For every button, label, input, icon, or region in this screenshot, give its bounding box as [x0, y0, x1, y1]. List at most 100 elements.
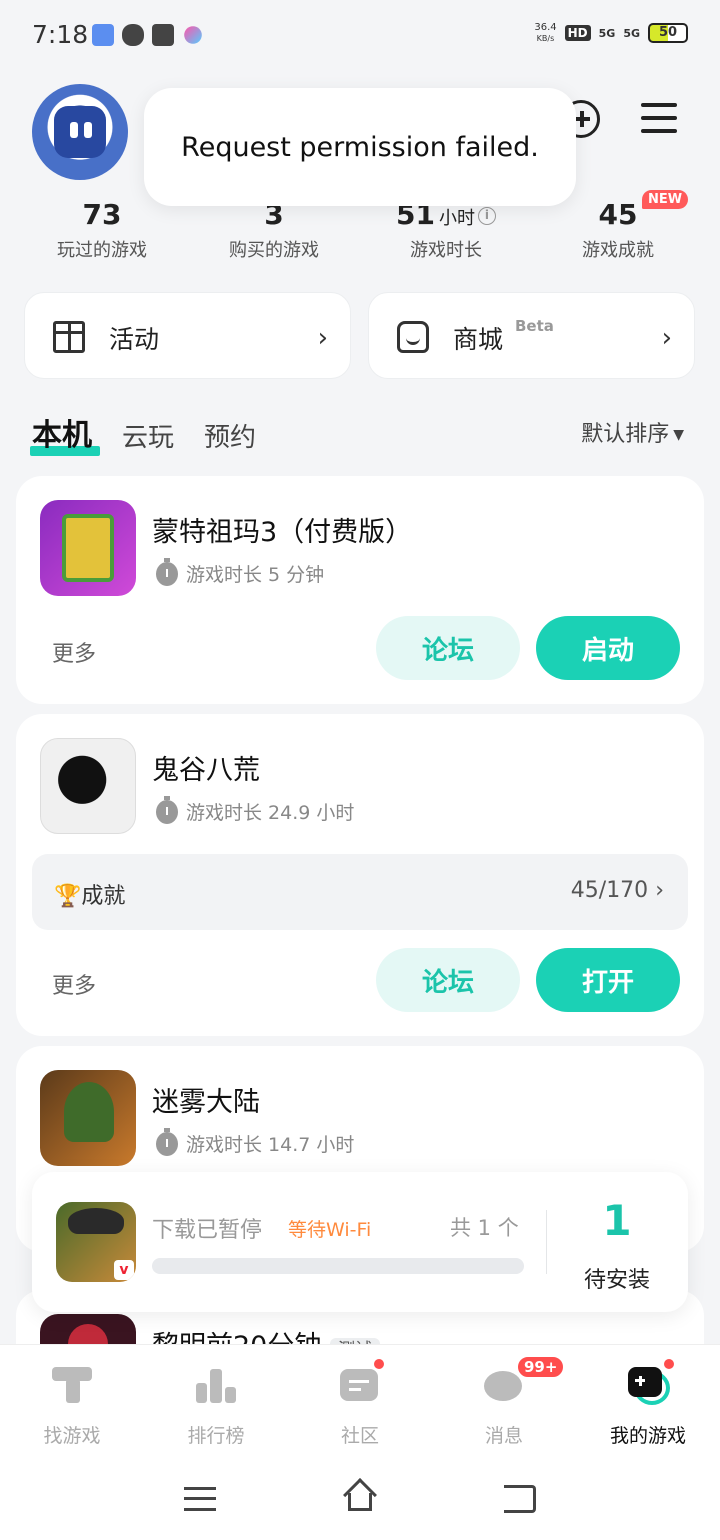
community-icon — [340, 1365, 380, 1405]
icon-shape — [628, 1367, 662, 1397]
back-icon[interactable] — [504, 1485, 536, 1513]
download-game-icon: v — [56, 1202, 136, 1282]
stat-value: 73 — [82, 198, 122, 231]
download-count: 共 1 个 — [450, 1216, 519, 1240]
launch-button[interactable]: 启动 — [536, 616, 680, 680]
notification-dot — [372, 1357, 386, 1371]
game-icon — [40, 500, 136, 596]
rankings-icon — [196, 1365, 236, 1405]
activity-label: 活动 — [109, 325, 160, 354]
signal-5g-icon-2: 5G — [623, 26, 640, 40]
icon-shape — [210, 1369, 222, 1403]
gamepad-icon — [628, 1365, 670, 1405]
game-card[interactable]: 鬼谷八荒 游戏时长 24.9 小时 🏆成就 45/170 › 更多 论坛 打开 — [16, 714, 704, 1036]
playtime-text: 游戏时长 5 分钟 — [186, 564, 325, 586]
stat-achievements[interactable]: 45 NEW 游戏成就 — [532, 190, 704, 262]
nav-items: 找游戏 排行榜 社区 99+ 消息 我的游戏 — [0, 1345, 720, 1461]
nav-label: 社区 — [340, 1425, 379, 1447]
download-game-icon-art — [68, 1208, 124, 1234]
find-games-icon — [52, 1365, 92, 1405]
game-playtime: 游戏时长 5 分钟 — [156, 557, 325, 587]
app-notification-icon — [92, 24, 114, 46]
nav-my-games[interactable]: 我的游戏 — [576, 1345, 720, 1461]
net-speed-value: 36.4 — [534, 22, 557, 33]
tab-reserve[interactable]: 预约 — [204, 417, 256, 454]
avatar-eye-right — [84, 122, 92, 138]
avatar-eye-left — [70, 122, 78, 138]
store-label: 商城 — [453, 325, 504, 354]
game-icon-art — [64, 1082, 114, 1142]
forum-button[interactable]: 论坛 — [376, 948, 520, 1012]
game-icon-art — [62, 514, 114, 582]
chevron-right-icon: › — [661, 323, 672, 353]
home-icon[interactable] — [342, 1478, 378, 1513]
game-title: 鬼谷八荒 — [152, 755, 260, 786]
hd-icon: HD — [564, 25, 591, 41]
stat-unit: 小时 — [438, 208, 475, 229]
gift-icon — [53, 321, 85, 353]
more-link[interactable]: 更多 — [52, 968, 96, 1000]
game-icon — [40, 1070, 136, 1166]
achievement-text: 成就 — [81, 884, 126, 909]
timer-icon — [156, 795, 178, 824]
icon-shape — [484, 1371, 522, 1401]
bottom-nav: 找游戏 排行榜 社区 99+ 消息 我的游戏 — [0, 1344, 720, 1540]
icon-shape — [184, 1497, 216, 1500]
sort-dropdown[interactable]: 默认排序 ▼ — [581, 416, 684, 448]
game-title: 迷雾大陆 — [152, 1087, 260, 1118]
game-title: 蒙特祖玛3（付费版） — [152, 517, 413, 548]
game-card[interactable]: 蒙特祖玛3（付费版） 游戏时长 5 分钟 更多 论坛 启动 — [16, 476, 704, 704]
pending-count: 1 — [602, 1196, 632, 1245]
icon-shape — [349, 1380, 369, 1383]
status-system-icons: 36.4 KB/s HD 5G 5G 50 — [534, 22, 688, 44]
status-bar: 7:18 36.4 KB/s HD 5G 5G 50 — [0, 0, 720, 72]
nav-messages[interactable]: 99+ 消息 — [432, 1345, 576, 1461]
message-count-badge: 99+ — [516, 1355, 566, 1379]
status-notification-icons — [92, 24, 204, 46]
recent-apps-icon[interactable] — [184, 1487, 216, 1511]
store-card[interactable]: 商城 Beta › — [368, 292, 695, 379]
game-playtime: 游戏时长 24.9 小时 — [156, 795, 355, 825]
achievement-count: 45/170 — [570, 878, 649, 903]
stat-value: 45 — [598, 198, 638, 231]
open-button[interactable]: 打开 — [536, 948, 680, 1012]
tab-local[interactable]: 本机 — [30, 410, 100, 456]
stat-played-games[interactable]: 73 玩过的游戏 — [16, 196, 188, 262]
notification-dot — [662, 1357, 676, 1371]
tab-cloud[interactable]: 云玩 — [122, 417, 174, 454]
toast-message: Request permission failed. — [144, 88, 576, 206]
download-bar[interactable]: v 下载已暂停 等待Wi-Fi 共 1 个 1 待安装 — [32, 1172, 688, 1312]
achievement-row[interactable]: 🏆成就 45/170 › — [32, 854, 688, 930]
more-link[interactable]: 更多 — [52, 636, 96, 668]
nav-rankings[interactable]: 排行榜 — [144, 1345, 288, 1461]
achievement-value: 45/170 › — [571, 878, 664, 903]
caret-down-icon: ▼ — [673, 427, 684, 443]
download-progress-bar — [152, 1258, 524, 1274]
menu-icon[interactable] — [641, 103, 677, 133]
activity-card[interactable]: 活动 › — [24, 292, 351, 379]
nav-label: 消息 — [484, 1425, 523, 1447]
system-nav — [0, 1478, 720, 1521]
icon-shape — [349, 1388, 361, 1391]
icon-shape — [196, 1383, 207, 1403]
game-tabs: 本机 云玩 预约 — [30, 410, 256, 456]
forum-button[interactable]: 论坛 — [376, 616, 520, 680]
net-speed: 36.4 KB/s — [534, 22, 556, 44]
nav-community[interactable]: 社区 — [288, 1345, 432, 1461]
nav-find-games[interactable]: 找游戏 — [0, 1345, 144, 1461]
playtime-text: 游戏时长 24.9 小时 — [186, 802, 355, 824]
icon-shape — [638, 1375, 642, 1386]
avatar[interactable] — [32, 84, 128, 180]
nav-label: 排行榜 — [187, 1425, 245, 1447]
net-speed-unit: KB/s — [536, 34, 555, 43]
menu-line — [641, 129, 677, 133]
game-icon-art — [55, 751, 123, 823]
info-icon[interactable]: i — [477, 207, 496, 225]
stat-label: 玩过的游戏 — [57, 240, 147, 261]
signal-5g-icon: 5G — [598, 26, 616, 40]
message-icon — [152, 24, 174, 46]
avatar-robot-body — [54, 106, 106, 158]
timer-icon — [156, 557, 178, 586]
timer-icon — [156, 1127, 178, 1156]
playtime-text: 游戏时长 14.7 小时 — [186, 1134, 355, 1156]
